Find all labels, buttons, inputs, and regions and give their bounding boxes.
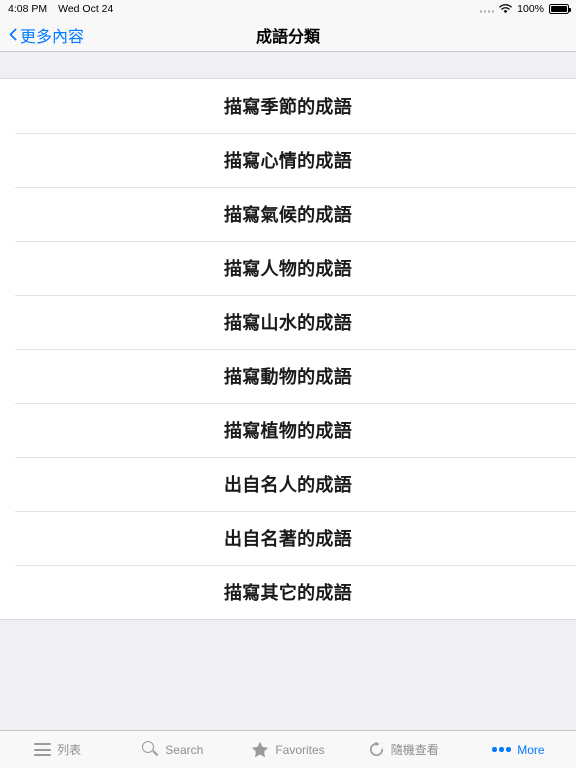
category-row-list: 描寫季節的成語 描寫心情的成語 描寫氣候的成語 描寫人物的成語 描寫山水的成語 … — [0, 79, 576, 619]
status-bar-left: 4:08 PM Wed Oct 24 — [8, 3, 113, 15]
tab-search-label: Search — [165, 742, 204, 757]
table-row-label: 描寫季節的成語 — [223, 97, 353, 117]
table-row[interactable]: 描寫動物的成語 — [0, 349, 576, 403]
table-row-label: 描寫人物的成語 — [223, 259, 353, 279]
table-row-label: 描寫植物的成語 — [223, 421, 353, 441]
table-row[interactable]: 描寫山水的成語 — [0, 295, 576, 349]
wifi-icon — [499, 4, 512, 14]
tab-random-label: 隨機查看 — [390, 742, 439, 757]
tab-random[interactable]: 隨機查看 — [346, 731, 461, 768]
battery-percent-label: 100% — [517, 3, 544, 15]
table-row-label: 描寫其它的成語 — [223, 583, 353, 603]
table-row[interactable]: 出自名著的成語 — [0, 511, 576, 565]
section-footer-spacer — [0, 619, 576, 727]
star-icon — [251, 741, 269, 758]
table-row-label: 描寫動物的成語 — [223, 367, 353, 387]
navigation-bar: 更多內容 成語分類 — [0, 18, 576, 52]
section-header-spacer — [0, 52, 576, 79]
refresh-icon — [368, 741, 385, 758]
tab-search[interactable]: Search — [115, 731, 230, 768]
page-title: 成語分類 — [255, 28, 320, 46]
app-screen: 4:08 PM Wed Oct 24 100% 更多內容 成語分類 描寫季節的成… — [0, 0, 576, 768]
table-row-label: 出自名著的成語 — [223, 529, 353, 549]
tab-favorites-label: Favorites — [275, 742, 325, 757]
table-row-label: 描寫氣候的成語 — [223, 205, 353, 225]
table-row[interactable]: 描寫植物的成語 — [0, 403, 576, 457]
status-time: 4:08 PM — [8, 3, 48, 15]
status-bar-right: 100% — [479, 3, 571, 15]
list-icon — [34, 743, 52, 756]
table-row[interactable]: 描寫心情的成語 — [0, 133, 576, 187]
tab-favorites[interactable]: Favorites — [230, 731, 345, 768]
tab-list[interactable]: 列表 — [0, 731, 115, 768]
status-bar: 4:08 PM Wed Oct 24 100% — [0, 0, 576, 18]
back-button-label: 更多內容 — [20, 28, 85, 46]
tab-bar: 列表 Search Favorites 隨機查看 More — [0, 730, 576, 768]
search-icon — [142, 741, 159, 758]
battery-full-icon — [549, 4, 571, 14]
table-row-label: 描寫山水的成語 — [223, 313, 353, 333]
tab-list-label: 列表 — [57, 742, 82, 757]
ellipsis-icon — [492, 747, 511, 753]
back-button[interactable]: 更多內容 — [8, 23, 84, 47]
table-row[interactable]: 出自名人的成語 — [0, 457, 576, 511]
signal-dots-icon — [479, 6, 495, 13]
table-row[interactable]: 描寫人物的成語 — [0, 241, 576, 295]
tab-more-label: More — [517, 742, 545, 757]
category-table[interactable]: 描寫季節的成語 描寫心情的成語 描寫氣候的成語 描寫人物的成語 描寫山水的成語 … — [0, 52, 576, 730]
status-date: Wed Oct 24 — [58, 3, 114, 15]
table-row-label: 描寫心情的成語 — [223, 151, 353, 171]
tab-more[interactable]: More — [461, 731, 576, 768]
table-row[interactable]: 描寫季節的成語 — [0, 79, 576, 133]
table-row[interactable]: 描寫氣候的成語 — [0, 187, 576, 241]
table-row[interactable]: 描寫其它的成語 — [0, 565, 576, 619]
table-row-label: 出自名人的成語 — [223, 475, 353, 495]
chevron-left-icon — [8, 27, 18, 43]
